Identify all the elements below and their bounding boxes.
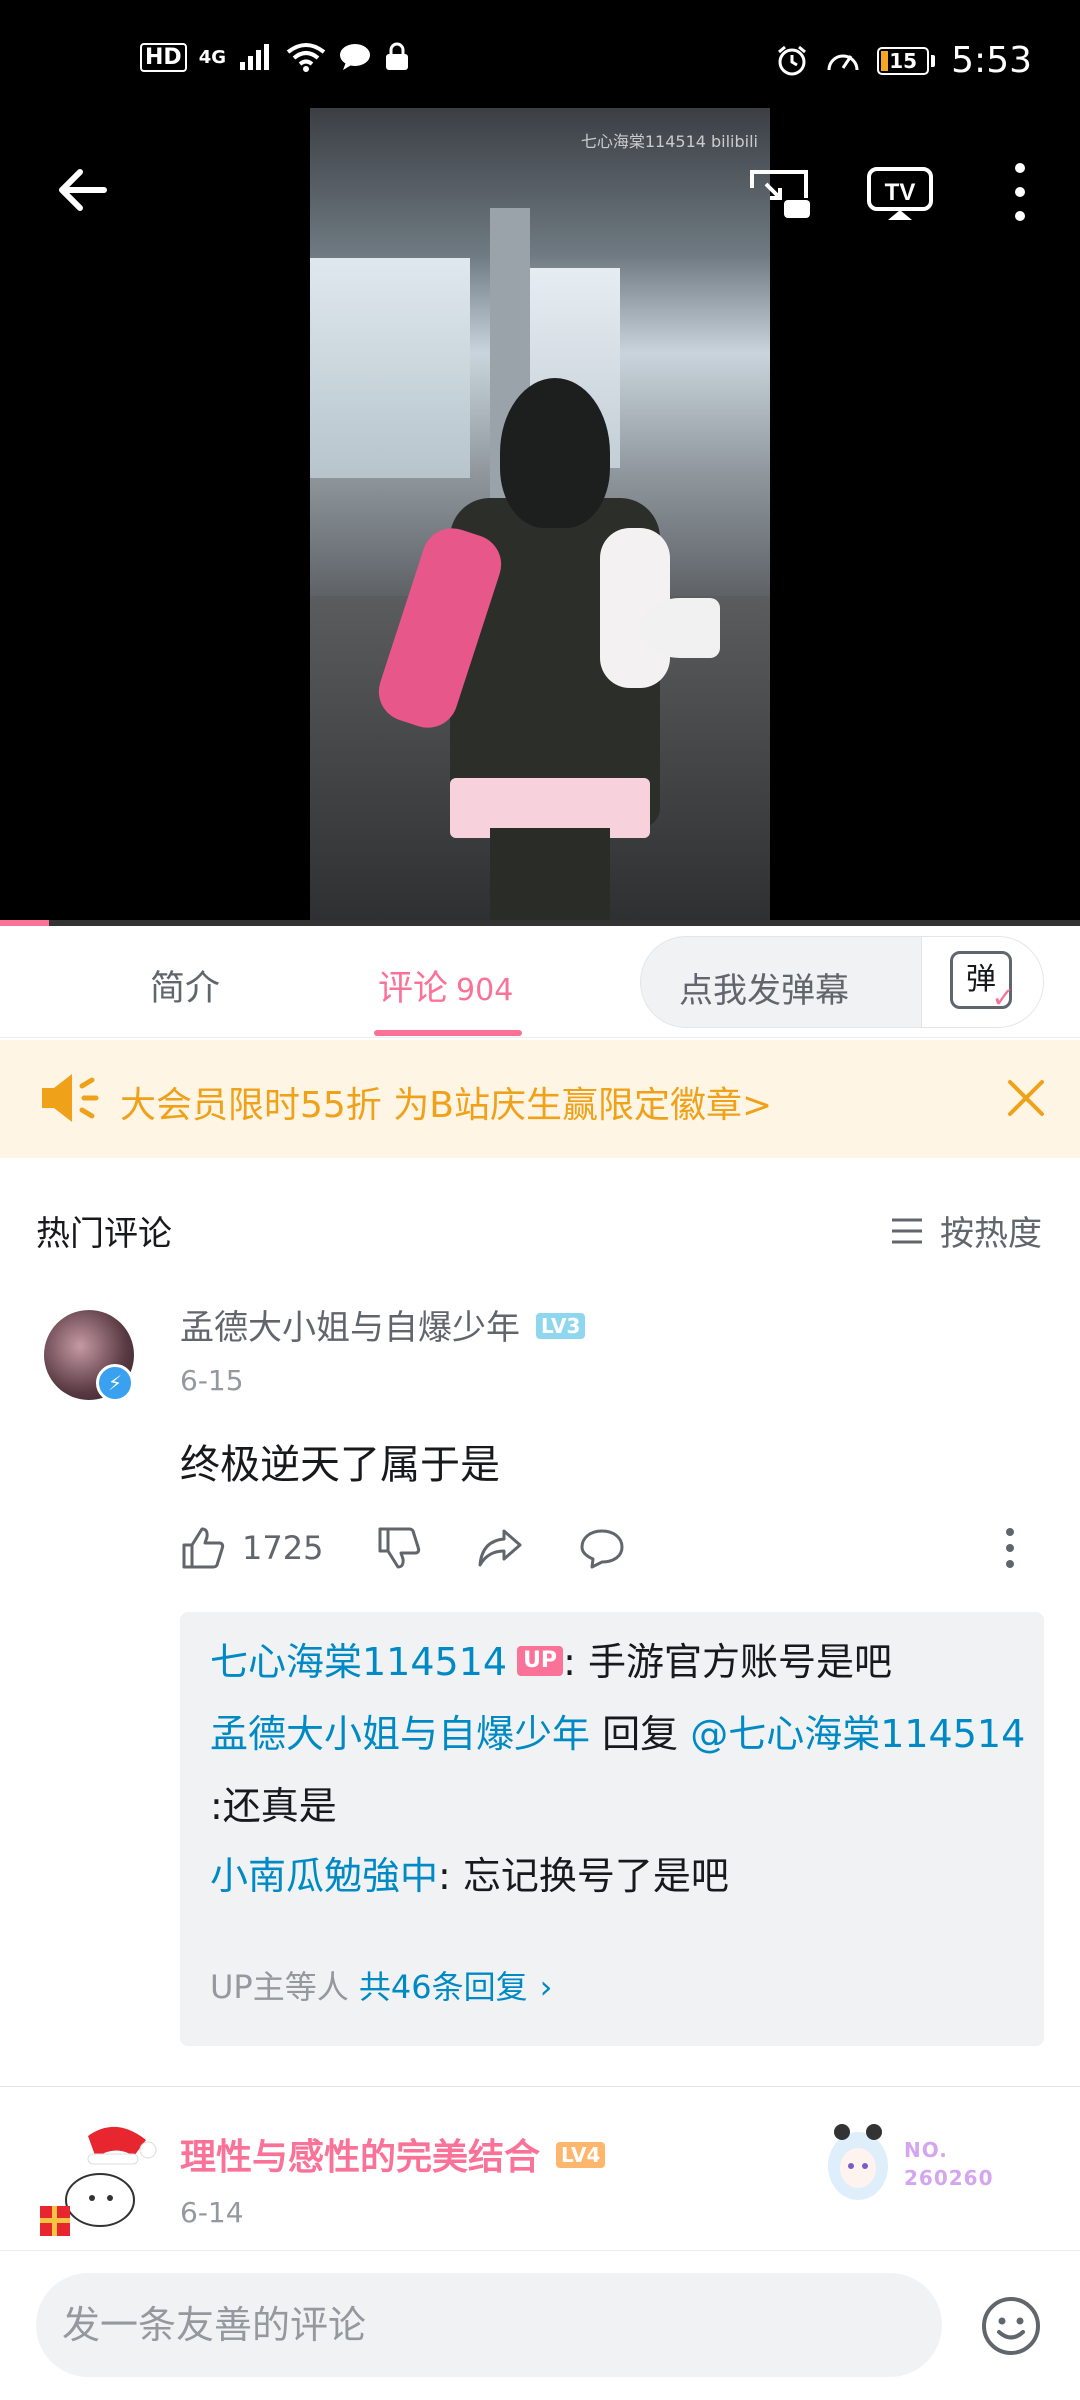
- video-subject: [371, 378, 720, 926]
- chevron-right-icon: ›: [539, 1968, 553, 2006]
- active-tab-indicator: [374, 1030, 522, 1036]
- comment-bubble-icon: [580, 1529, 624, 1569]
- fan-character-icon: [828, 2124, 888, 2200]
- level-badge: LV4: [556, 2142, 606, 2168]
- reply-username[interactable]: 七心海棠114514: [210, 1640, 507, 1684]
- emoji-icon[interactable]: [980, 2295, 1042, 2357]
- danmaku-placeholder: 点我发弹幕: [679, 971, 849, 1011]
- lock-icon: [386, 42, 408, 70]
- comment-date: 6-15: [180, 1364, 244, 1397]
- reply-button[interactable]: [578, 1520, 626, 1576]
- more-replies-prefix: UP主等人: [210, 1968, 359, 2006]
- cast-icon[interactable]: [748, 168, 812, 220]
- reply-text: :还真是: [210, 1784, 337, 1828]
- sort-label: 按热度: [940, 1214, 1042, 1254]
- close-icon[interactable]: [1002, 1074, 1050, 1122]
- dislike-button[interactable]: [376, 1520, 422, 1576]
- username-text: 孟德大小姐与自爆少年: [180, 1308, 520, 1348]
- clock: 5:53: [951, 40, 1032, 81]
- video-player[interactable]: HD 4G 15 5:53 七心海棠114514 bilibili TV: [0, 0, 1080, 926]
- speaker-icon: [42, 1074, 99, 1122]
- fan-number: NO. 260260: [904, 2136, 994, 2192]
- sort-button[interactable]: 按热度: [890, 1206, 1042, 1255]
- up-badge: UP: [517, 1645, 564, 1676]
- reply-username[interactable]: 孟德大小姐与自爆少年: [210, 1712, 590, 1756]
- video-frame[interactable]: 七心海棠114514 bilibili: [310, 108, 770, 926]
- wifi-icon: [286, 43, 326, 72]
- comment-username[interactable]: 理性与感性的完美结合 LV4: [180, 2128, 606, 2180]
- more-vertical-icon: [1006, 1528, 1014, 1568]
- comment-text: 终极逆天了属于是: [180, 1442, 500, 1488]
- more-replies-link[interactable]: 共46条回复: [359, 1968, 528, 2006]
- reply-item[interactable]: 孟德大小姐与自爆少年 回复 @七心海棠114514 :还真是: [210, 1698, 1030, 1842]
- reply-item[interactable]: 小南瓜勉強中: 忘记换号了是吧: [210, 1840, 729, 1912]
- section-title: 热门评论: [36, 1214, 172, 1254]
- view-all-replies[interactable]: UP主等人 共46条回复 ›: [210, 1962, 552, 2008]
- fan-badge[interactable]: NO. 260260: [812, 2112, 1012, 2212]
- tab-comments-label: 评论: [378, 969, 449, 1009]
- reply-text: : 手游官方账号是吧: [563, 1640, 892, 1684]
- thumbs-down-icon: [378, 1527, 421, 1569]
- reply-verb: 回复: [590, 1712, 691, 1756]
- comment-actions: 1725: [180, 1520, 1040, 1576]
- danmaku-toggle-button[interactable]: 弹 ✓: [921, 937, 1043, 1027]
- comment-date: 6-14: [180, 2196, 244, 2229]
- tab-intro[interactable]: 简介: [150, 960, 220, 1011]
- danmaku-icon: 弹 ✓: [950, 951, 1015, 1014]
- check-icon: ✓: [991, 981, 1015, 1014]
- promo-banner[interactable]: 大会员限时55折 为B站庆生赢限定徽章>: [0, 1040, 1080, 1158]
- status-bar: HD 4G 15 5:53: [0, 0, 1080, 100]
- thumbs-up-icon: [182, 1527, 225, 1569]
- detail-tabs: 简介 评论 904 点我发弹幕 弹 ✓: [0, 926, 1080, 1038]
- alarm-icon: [778, 45, 807, 75]
- more-vertical-icon[interactable]: [1006, 160, 1034, 224]
- fan-number-label: NO.: [904, 2138, 948, 2162]
- tv-screen-icon[interactable]: TV: [866, 166, 934, 222]
- reply-username[interactable]: 小南瓜勉強中: [210, 1854, 438, 1898]
- username-text: 理性与感性的完美结合: [180, 2137, 541, 2178]
- danmaku-input[interactable]: 点我发弹幕 弹 ✓: [640, 936, 1044, 1028]
- video-watermark: 七心海棠114514 bilibili: [580, 132, 758, 151]
- like-count: 1725: [242, 1529, 324, 1567]
- verified-icon: ⚡: [96, 1364, 134, 1402]
- avatar[interactable]: [36, 2120, 166, 2240]
- comment-input-bar: [0, 2250, 1080, 2400]
- list-icon: [892, 1218, 922, 1243]
- comment-username[interactable]: 孟德大小姐与自爆少年 LV3: [180, 1300, 586, 1349]
- reply-mention[interactable]: @七心海棠114514: [690, 1712, 1025, 1756]
- message-icon: [340, 44, 370, 70]
- signal-icon: [240, 44, 269, 70]
- reply-item[interactable]: 七心海棠114514 UP: 手游官方账号是吧: [210, 1626, 892, 1698]
- level-badge: LV3: [536, 1312, 586, 1339]
- divider: [0, 2086, 1080, 2087]
- battery-icon: 15: [877, 46, 936, 75]
- network-type: 4G: [198, 46, 226, 68]
- tab-comments[interactable]: 评论 904: [378, 960, 513, 1011]
- data-speed-icon: [827, 54, 859, 70]
- hd-indicator: HD: [140, 42, 187, 72]
- back-arrow-icon[interactable]: [52, 160, 112, 220]
- battery-level: 15: [889, 48, 918, 73]
- like-button[interactable]: 1725: [180, 1520, 323, 1576]
- share-icon: [478, 1529, 522, 1567]
- reply-preview[interactable]: 七心海棠114514 UP: 手游官方账号是吧 孟德大小姐与自爆少年 回复 @七心…: [180, 1612, 1044, 2046]
- reply-text: : 忘记换号了是吧: [438, 1854, 729, 1898]
- comment-input[interactable]: [36, 2273, 942, 2377]
- comments-count: 904: [456, 973, 514, 1008]
- svg-text:TV: TV: [885, 179, 916, 206]
- share-button[interactable]: [476, 1520, 524, 1576]
- comment-more-button[interactable]: [1002, 1520, 1018, 1576]
- promo-text[interactable]: 大会员限时55折 为B站庆生赢限定徽章>: [120, 1076, 772, 1128]
- fan-number-value: 260260: [904, 2166, 994, 2190]
